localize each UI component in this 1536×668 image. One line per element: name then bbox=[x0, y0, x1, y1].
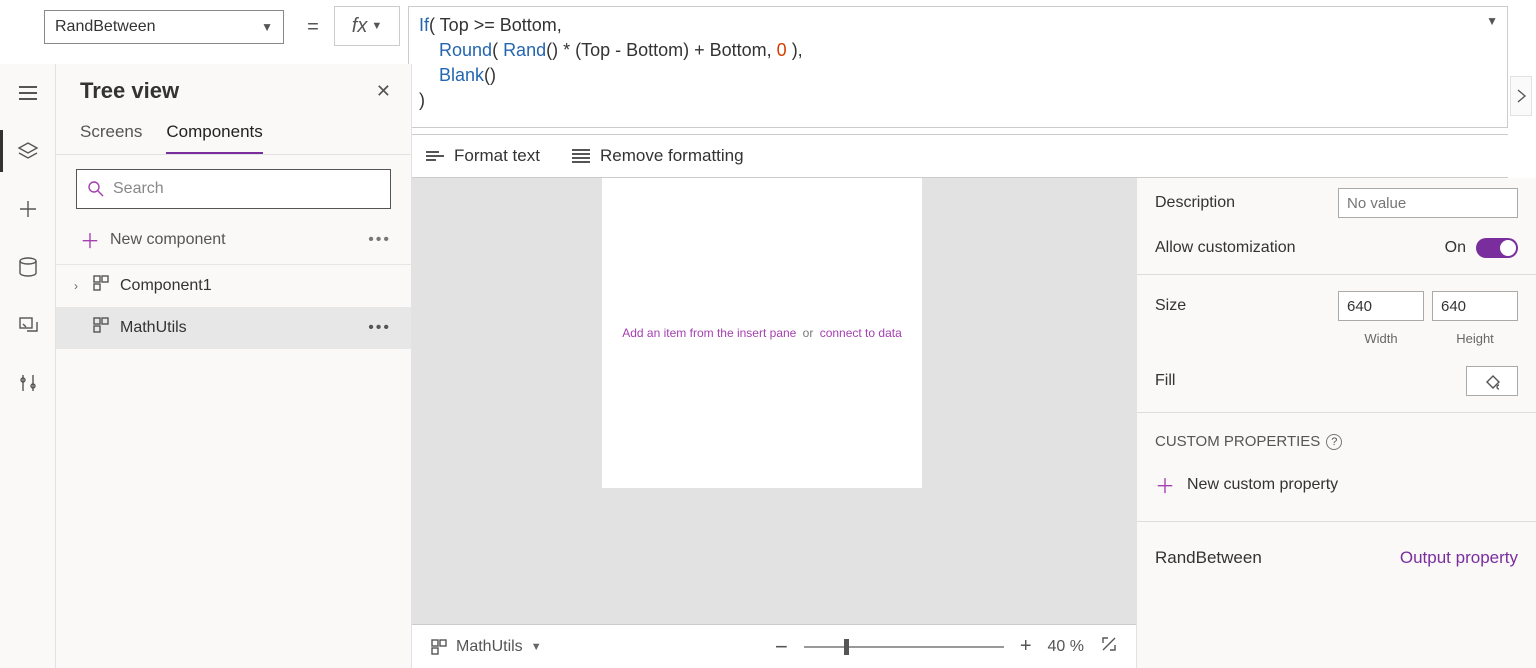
component-icon bbox=[92, 274, 112, 297]
chevron-down-icon: ▼ bbox=[531, 641, 542, 653]
canvas-area[interactable]: Add an item from the insert pane or conn… bbox=[412, 178, 1136, 624]
fill-label: Fill bbox=[1155, 372, 1466, 390]
left-rail bbox=[0, 64, 56, 668]
canvas-hint-connect[interactable]: connect to data bbox=[820, 326, 902, 340]
zoom-slider[interactable] bbox=[804, 646, 1004, 648]
formula-editor[interactable]: If( Top >= Bottom, Round( Rand() * (Top … bbox=[408, 6, 1508, 128]
tree-item-mathutils[interactable]: MathUtils ••• bbox=[56, 307, 411, 349]
allow-customization-toggle[interactable] bbox=[1476, 238, 1518, 258]
tree-search-input[interactable]: Search bbox=[76, 169, 391, 209]
tab-screens[interactable]: Screens bbox=[80, 116, 142, 154]
hamburger-icon bbox=[19, 86, 37, 100]
plus-icon: ＋ bbox=[80, 225, 100, 254]
sliders-icon bbox=[17, 372, 39, 394]
close-tree-button[interactable]: ✕ bbox=[376, 81, 391, 102]
formula-expand-button[interactable] bbox=[1510, 76, 1532, 116]
plus-icon bbox=[17, 198, 39, 220]
media-icon bbox=[17, 314, 39, 336]
info-icon[interactable]: ? bbox=[1326, 434, 1342, 450]
zoom-out-button[interactable]: − bbox=[775, 634, 788, 660]
tree-item-label: MathUtils bbox=[120, 319, 187, 337]
custom-property-item[interactable]: RandBetween Output property bbox=[1137, 528, 1536, 588]
canvas-hint-or: or bbox=[799, 326, 816, 340]
zoom-in-button[interactable]: + bbox=[1020, 635, 1032, 658]
equals-label: = bbox=[298, 10, 328, 44]
formula-collapse-chevron[interactable]: ▼ bbox=[1486, 14, 1498, 28]
property-selector[interactable]: RandBetween ▼ bbox=[44, 10, 284, 44]
database-icon bbox=[17, 256, 39, 278]
layers-icon bbox=[17, 140, 39, 162]
format-text-button[interactable]: Format text bbox=[426, 146, 540, 166]
remove-formatting-label: Remove formatting bbox=[600, 146, 744, 166]
custom-property-name: RandBetween bbox=[1155, 548, 1400, 568]
data-rail-button[interactable] bbox=[0, 238, 56, 296]
remove-formatting-icon bbox=[572, 149, 590, 163]
tree-view-rail-button[interactable] bbox=[0, 122, 56, 180]
hamburger-button[interactable] bbox=[0, 64, 56, 122]
format-text-label: Format text bbox=[454, 146, 540, 166]
width-sublabel: Width bbox=[1338, 331, 1424, 346]
insert-rail-button[interactable] bbox=[0, 180, 56, 238]
size-label: Size bbox=[1155, 297, 1338, 315]
fullscreen-button[interactable] bbox=[1100, 635, 1118, 658]
component-canvas[interactable]: Add an item from the insert pane or conn… bbox=[602, 178, 922, 488]
fx-icon: fx bbox=[352, 15, 368, 38]
component-icon bbox=[430, 638, 448, 656]
zoom-value: 40 % bbox=[1048, 638, 1084, 656]
new-custom-property-button[interactable]: ＋ New custom property bbox=[1137, 454, 1536, 515]
new-component-label: New component bbox=[110, 231, 226, 249]
more-icon[interactable]: ••• bbox=[368, 319, 391, 337]
tree-view-title: Tree view bbox=[80, 78, 179, 104]
allow-customization-value: On bbox=[1445, 239, 1466, 257]
expand-icon bbox=[1100, 635, 1118, 653]
height-input[interactable] bbox=[1432, 291, 1518, 321]
search-icon bbox=[87, 180, 105, 198]
fx-button[interactable]: fx▼ bbox=[334, 6, 400, 46]
properties-panel: Description Allow customization On Size … bbox=[1136, 178, 1536, 668]
remove-formatting-button[interactable]: Remove formatting bbox=[572, 146, 744, 166]
chevron-right-icon bbox=[1512, 87, 1530, 105]
canvas-hint-insert[interactable]: Add an item from the insert pane bbox=[622, 326, 796, 340]
custom-properties-header: CUSTOM PROPERTIES bbox=[1155, 433, 1320, 450]
chevron-down-icon: ▼ bbox=[261, 20, 273, 34]
property-selector-value: RandBetween bbox=[55, 18, 156, 36]
chevron-right-icon[interactable]: › bbox=[68, 279, 84, 293]
search-placeholder: Search bbox=[113, 180, 164, 198]
plus-icon: ＋ bbox=[1155, 470, 1175, 499]
media-rail-button[interactable] bbox=[0, 296, 56, 354]
tab-components[interactable]: Components bbox=[166, 116, 262, 154]
custom-property-kind: Output property bbox=[1400, 548, 1518, 568]
tree-view-panel: Tree view ✕ Screens Components Search ＋ … bbox=[56, 64, 412, 668]
description-label: Description bbox=[1155, 194, 1338, 212]
tree-item-component1[interactable]: › Component1 bbox=[56, 265, 411, 307]
new-component-button[interactable]: ＋ New component ••• bbox=[56, 219, 411, 265]
canvas-selection-dropdown[interactable]: MathUtils ▼ bbox=[430, 638, 542, 656]
new-custom-property-label: New custom property bbox=[1187, 476, 1338, 494]
allow-customization-label: Allow customization bbox=[1155, 239, 1445, 257]
canvas-footer: MathUtils ▼ − + 40 % bbox=[412, 624, 1136, 668]
description-input[interactable] bbox=[1338, 188, 1518, 218]
tree-item-label: Component1 bbox=[120, 277, 212, 295]
chevron-down-icon: ▼ bbox=[371, 20, 382, 32]
canvas-selection-label: MathUtils bbox=[456, 638, 523, 656]
height-sublabel: Height bbox=[1432, 331, 1518, 346]
advanced-rail-button[interactable] bbox=[0, 354, 56, 412]
zoom-slider-thumb[interactable] bbox=[844, 639, 849, 655]
component-icon bbox=[92, 316, 112, 339]
width-input[interactable] bbox=[1338, 291, 1424, 321]
fill-color-picker[interactable] bbox=[1466, 366, 1518, 396]
format-toolbar: Format text Remove formatting bbox=[412, 134, 1508, 178]
format-text-icon bbox=[426, 151, 444, 161]
paint-bucket-icon bbox=[1483, 372, 1501, 390]
more-icon[interactable]: ••• bbox=[368, 231, 391, 249]
